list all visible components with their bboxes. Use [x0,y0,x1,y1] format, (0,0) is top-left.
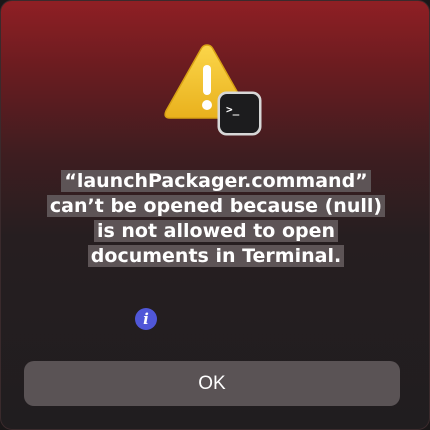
info-icon[interactable]: i [135,308,157,330]
ok-button[interactable]: OK [24,361,400,406]
terminal-app-icon: >_ [217,91,262,136]
alert-message-text: “launchPackager.command” can’t be opened… [46,170,386,267]
terminal-prompt-glyph: >_ [226,103,240,116]
alert-message: “launchPackager.command” can’t be opened… [41,169,391,269]
alert-icon-group: >_ [162,41,262,136]
alert-dialog: >_ “launchPackager.command” can’t be ope… [0,0,430,430]
